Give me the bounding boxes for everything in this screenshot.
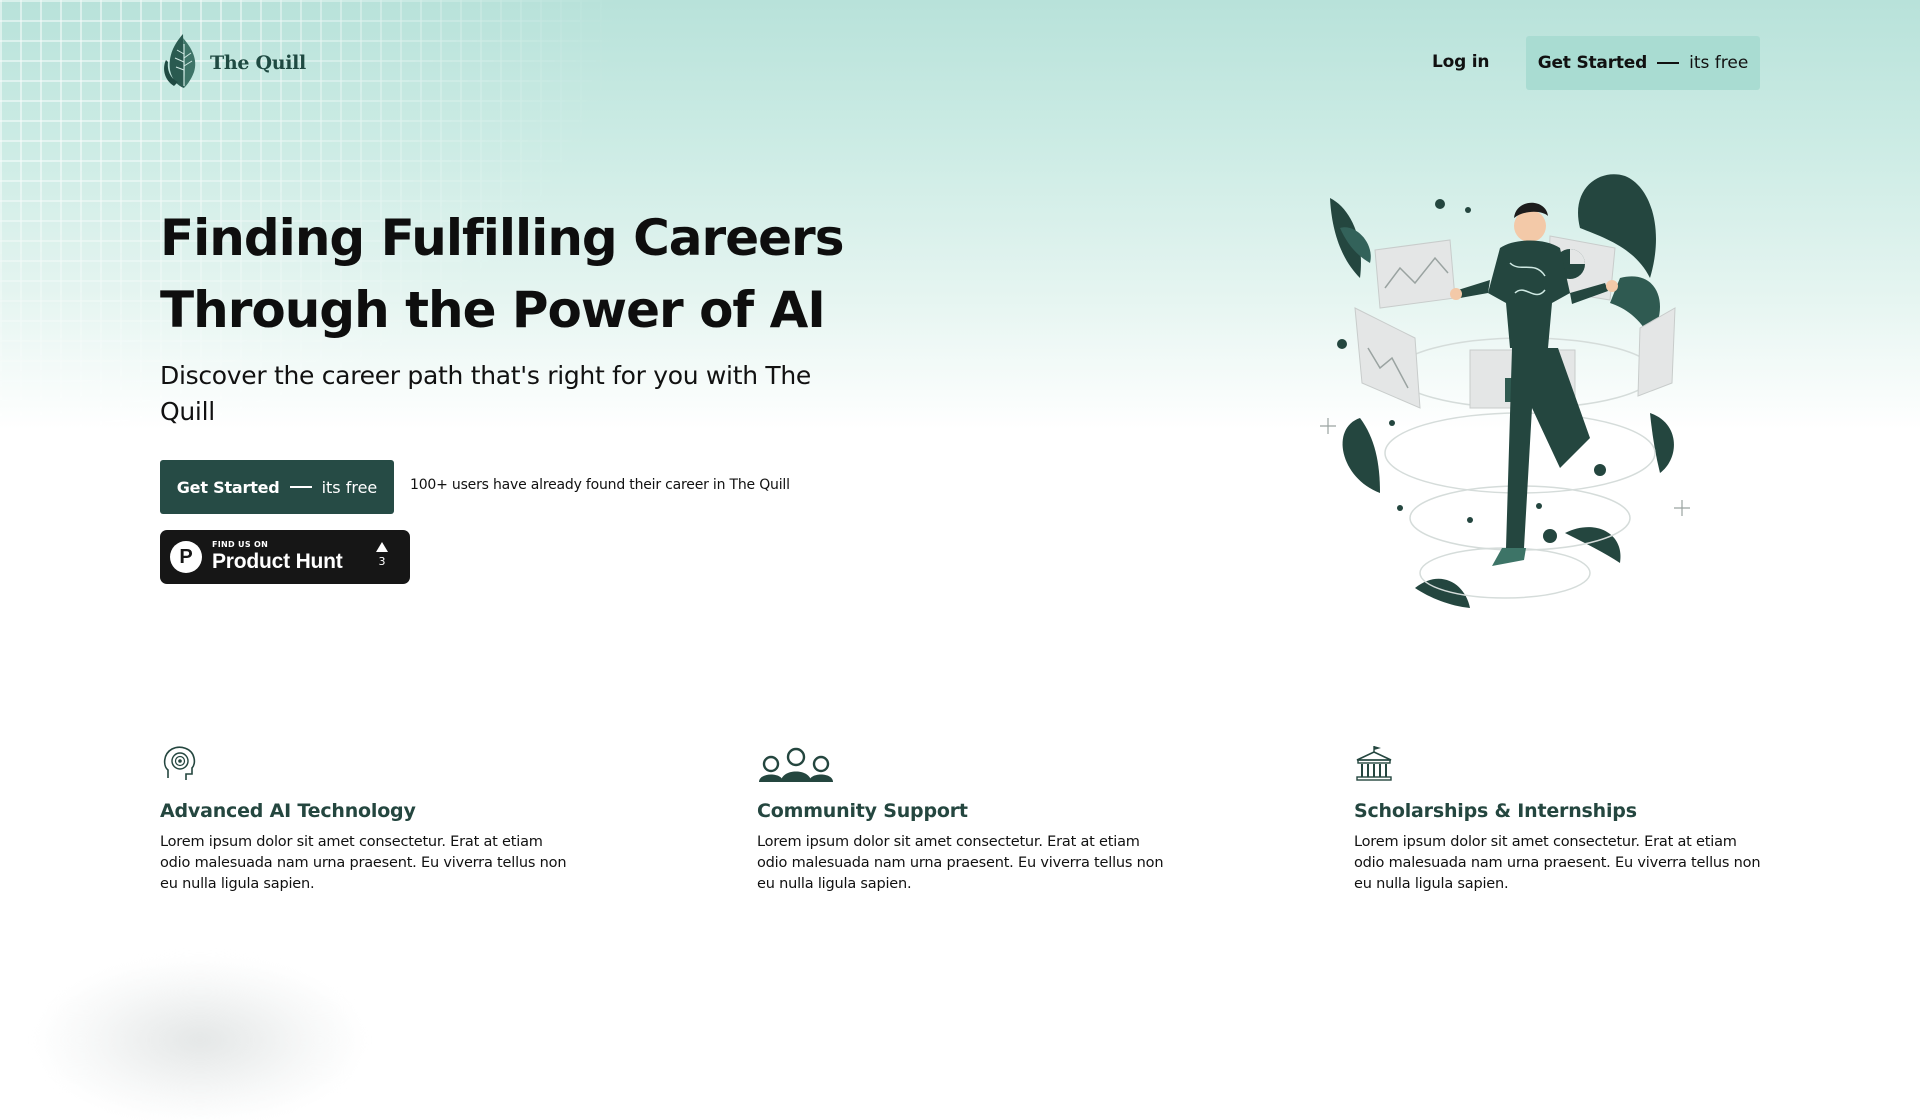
ai-head-icon [163,746,196,780]
upvote-arrow-icon [376,542,388,552]
nav-get-started-button[interactable]: Get Started its free [1526,36,1760,90]
community-people-icon [759,747,833,782]
hero-title-line-2: Through the Power of AI [160,281,826,339]
users-count-note: 100+ users have already found their care… [410,477,790,493]
feature-title: Community Support [757,800,968,822]
background-blur-blob [40,960,360,1120]
product-hunt-badge[interactable]: P FIND US ON Product Hunt 3 [160,530,410,584]
product-hunt-vote-count: 3 [378,555,386,568]
hero-get-started-button[interactable]: Get Started its free [160,460,394,514]
hero-cta-label: Get Started [176,477,280,497]
feature-title: Advanced AI Technology [160,800,416,822]
feature-text: Lorem ipsum dolor sit amet consectetur. … [1354,834,1761,892]
feature-text: Lorem ipsum dolor sit amet consectetur. … [757,834,1164,892]
feature-scholarships-internships: Scholarships & Internships Lorem ipsum d… [1354,744,1774,895]
feature-text: Lorem ipsum dolor sit amet consectetur. … [160,834,567,892]
hero-title: Finding Fulfilling Careers Through the P… [160,202,880,346]
hero-subtitle: Discover the career path that's right fo… [160,361,811,426]
product-hunt-votes: 3 [376,542,388,569]
login-link[interactable]: Log in [1432,52,1490,72]
brand-logo[interactable]: The Quill [160,30,306,90]
nav-cta-label: Get Started [1537,53,1648,73]
feature-title: Scholarships & Internships [1354,800,1637,822]
hero-cta-sublabel: its free [321,477,378,497]
feature-advanced-ai: Advanced AI Technology Lorem ipsum dolor… [160,744,580,895]
product-hunt-label: Product Hunt [212,550,343,573]
hero-cta-dash [289,486,312,488]
brand-name: The Quill [210,52,306,74]
person-with-floating-charts-illustration [1320,174,1690,608]
product-hunt-small-label: FIND US ON [212,540,269,549]
nav-cta-sublabel: its free [1689,53,1749,73]
quill-leaf-logo-icon [164,34,196,88]
product-hunt-p-icon: P [170,541,202,573]
nav-cta-dash [1657,62,1680,64]
university-building-icon [1356,746,1392,781]
hero-title-line-1: Finding Fulfilling Careers [160,209,844,267]
feature-community-support: Community Support Lorem ipsum dolor sit … [757,744,1177,895]
